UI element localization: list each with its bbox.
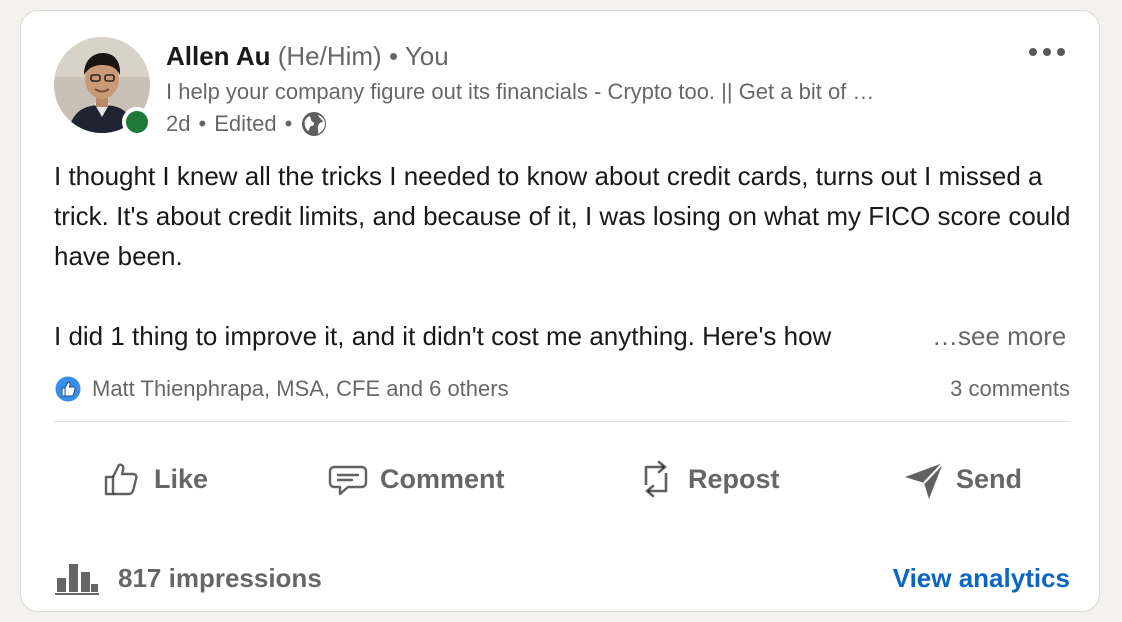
post-card: Allen Au (He/Him) • You I help your comp… — [20, 10, 1100, 612]
comment-icon — [328, 465, 368, 496]
repost-icon — [644, 460, 668, 498]
post-body: I thought I knew all the tricks I needed… — [54, 156, 1074, 356]
more-horizontal-icon — [1029, 48, 1037, 56]
impressions-count: 817 impressions — [118, 562, 322, 593]
divider — [54, 421, 1070, 422]
author-name-line: Allen Au (He/Him) • You — [166, 39, 449, 73]
online-status-indicator — [122, 107, 152, 137]
reactors-link[interactable]: Matt Thienphrapa, MSA, CFE and 6 others — [92, 376, 509, 402]
see-more-button[interactable]: …see more — [928, 316, 1067, 356]
globe-icon — [300, 110, 328, 138]
more-options-button[interactable] — [1021, 35, 1073, 69]
author-pronouns: (He/Him) — [277, 41, 382, 71]
repost-button[interactable]: Repost — [634, 451, 780, 507]
post-footer: 817 impressions View analytics — [54, 556, 1070, 600]
social-counts: Matt Thienphrapa, MSA, CFE and 6 others … — [54, 373, 1070, 405]
post-meta: 2d • Edited • — [166, 109, 328, 139]
send-icon — [905, 462, 944, 499]
action-bar: Like Comment Repost Send — [54, 451, 1070, 507]
bar-chart-icon — [54, 560, 100, 596]
thumbs-up-icon — [104, 463, 138, 496]
repost-label: Repost — [688, 463, 780, 494]
post-paragraph: I thought I knew all the tricks I needed… — [54, 161, 1071, 271]
post-age: 2d — [166, 111, 191, 136]
send-button[interactable]: Send — [902, 451, 1022, 507]
author-headline[interactable]: I help your company figure out its finan… — [166, 77, 996, 107]
author-name[interactable]: Allen Au — [166, 41, 270, 71]
separator-dot: • — [198, 111, 207, 136]
comment-label: Comment — [380, 463, 505, 494]
comments-count-link[interactable]: 3 comments — [950, 376, 1070, 402]
like-label: Like — [154, 463, 209, 494]
edited-label: Edited — [214, 111, 277, 136]
post-paragraph-truncated: I did 1 thing to improve it, and it didn… — [54, 321, 832, 351]
view-analytics-link[interactable]: View analytics — [893, 563, 1070, 594]
separator-dot: • — [388, 41, 399, 71]
send-label: Send — [956, 463, 1023, 494]
comment-button[interactable]: Comment — [326, 451, 505, 507]
separator-dot: • — [284, 111, 293, 136]
like-button[interactable]: Like — [100, 451, 208, 507]
like-reaction-icon — [54, 375, 82, 403]
author-relation: You — [404, 41, 449, 71]
